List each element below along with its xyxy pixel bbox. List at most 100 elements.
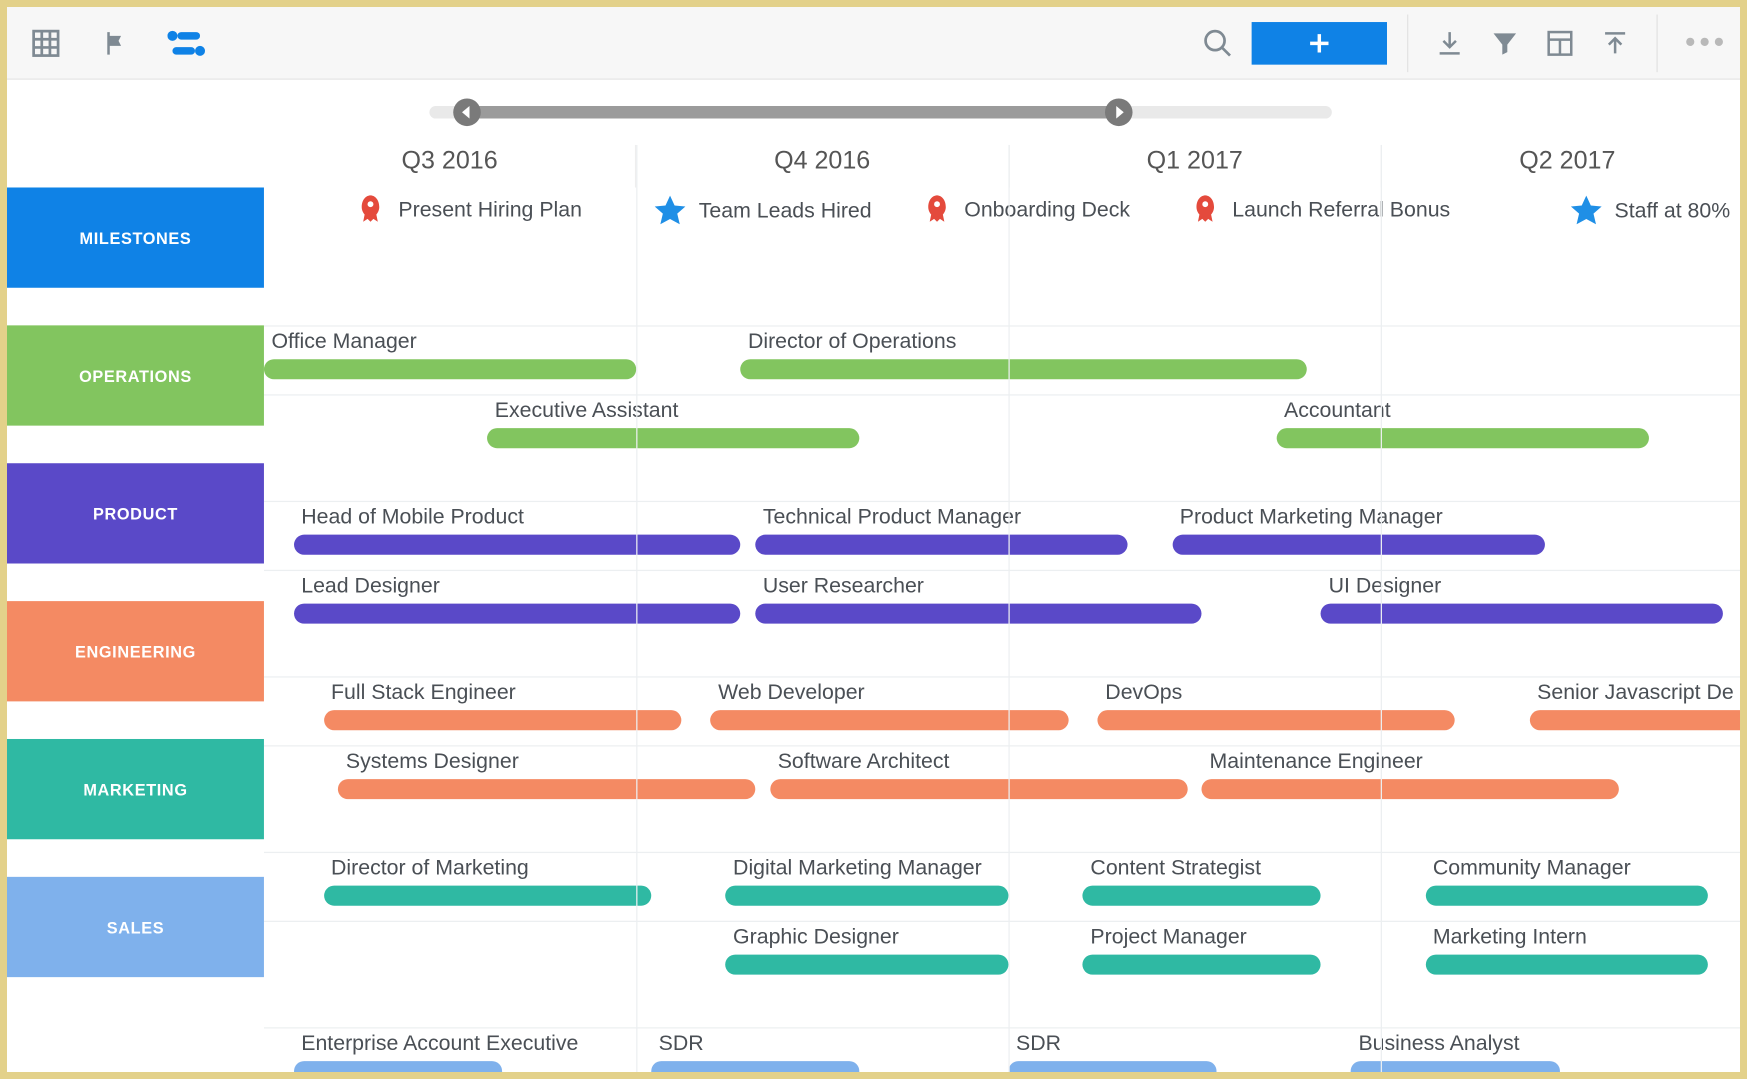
roadmap-item[interactable]: Web Developer [711,680,1068,730]
roadmap-item[interactable]: Technical Product Manager [755,505,1127,555]
roadmap-bar [487,428,859,448]
toolbar: ••• [7,7,1747,80]
roadmap-item-label: Systems Designer [346,749,755,774]
roadmap-item-label: Technical Product Manager [763,505,1128,530]
roadmap-item[interactable]: Software Architect [770,749,1187,799]
lane-header-sales[interactable]: SALES [7,877,264,977]
toolbar-separator [1407,14,1408,72]
roadmap-item-label: Lead Designer [301,574,740,599]
upload-icon[interactable] [1594,21,1637,64]
roadmap-item[interactable]: DevOps [1098,680,1455,730]
add-button[interactable] [1251,21,1386,64]
milestone-item[interactable]: Staff at 80% [1567,193,1730,231]
roadmap-item[interactable]: Community Manager [1425,856,1708,906]
roadmap-item-label: Executive Assistant [495,398,860,423]
slider-handle-right[interactable] [1104,98,1132,126]
roadmap-bar [726,886,1009,906]
roadmap-item[interactable]: Business Analyst [1351,1031,1559,1079]
roadmap-item[interactable]: Head of Mobile Product [294,505,741,555]
milestone-item[interactable]: Onboarding Deck [919,193,1130,228]
roadmap-item-label: DevOps [1105,680,1455,705]
roadmap-item-label: Graphic Designer [733,924,1008,949]
lane-header-operations[interactable]: OPERATIONS [7,325,264,425]
roadmap-item[interactable]: Director of Operations [740,329,1306,379]
milestone-label: Team Leads Hired [699,199,872,224]
roadmap-bar [740,359,1306,379]
roadmap-item-label: Maintenance Engineer [1210,749,1619,774]
roadmap-item[interactable]: Product Marketing Manager [1172,505,1544,555]
grid-view-icon[interactable] [25,21,68,64]
roadmap-item[interactable]: Executive Assistant [487,398,859,448]
flag-icon[interactable] [95,21,138,64]
search-icon[interactable] [1196,21,1239,64]
roadmap-item[interactable]: Graphic Designer [726,924,1009,974]
roadmap-item-label: Web Developer [718,680,1068,705]
lane-row: Head of Mobile Product Technical Product … [264,501,1747,570]
download-icon[interactable] [1428,21,1471,64]
roadmap-item[interactable]: Project Manager [1083,924,1321,974]
roadmap-item[interactable]: Content Strategist [1083,856,1321,906]
roadmap-bar [1351,1061,1559,1079]
roadmap-bar [1172,535,1544,555]
lane-row: Executive Assistant Accountant [264,394,1747,463]
roadmap-item[interactable]: SDR [1008,1031,1216,1079]
lane-row: Lead DesignerUser ResearcherUI Designer [264,570,1747,639]
milestone-item[interactable]: Present Hiring Plan [353,193,582,228]
grid-line [1008,145,1009,1079]
roadmap-item-label: Accountant [1284,398,1649,423]
milestone-label: Staff at 80% [1614,199,1730,224]
milestone-item[interactable]: Launch Referral Bonus [1187,193,1450,228]
roadmap-bar [755,535,1127,555]
roadmap-bar [1202,779,1619,799]
roadmap-bar [711,710,1068,730]
roadmap-item-label: Full Stack Engineer [331,680,681,705]
roadmap-item-label: Business Analyst [1358,1031,1559,1056]
filter-icon[interactable] [1483,21,1526,64]
roadmap-bar [726,955,1009,975]
roadmap-item[interactable]: SDR [651,1031,859,1079]
lane-row: Graphic Designer Project Manager Marketing… [264,921,1747,990]
roadmap-item[interactable]: Full Stack Engineer [324,680,681,730]
roadmap-view-icon[interactable] [165,21,208,64]
roadmap-bar [1008,1061,1216,1079]
slider-handle-left[interactable] [453,98,481,126]
lane-row: Enterprise Account Executive SDR SDR Busine… [264,1027,1747,1079]
milestone-item[interactable]: Team Leads Hired [651,193,872,231]
quarter-header: Q4 2016 [635,145,1008,188]
more-menu-icon[interactable]: ••• [1678,25,1736,60]
roadmap-item[interactable]: Accountant [1276,398,1648,448]
roadmap-item[interactable]: Lead Designer [294,574,741,624]
roadmap-item[interactable]: User Researcher [755,574,1202,624]
roadmap-bar [324,710,681,730]
roadmap-bar [1083,955,1321,975]
lane-header-engineering[interactable]: ENGINEERING [7,601,264,701]
roadmap-bar [294,604,741,624]
roadmap-item-label: SDR [659,1031,860,1056]
time-range-slider[interactable] [429,106,1331,119]
roadmap-item[interactable]: Enterprise Account Executive [294,1031,502,1079]
roadmap-item[interactable]: Senior Javascript De [1530,680,1747,730]
roadmap-bar [1425,955,1708,975]
roadmap-item-label: Product Marketing Manager [1180,505,1545,530]
roadmap-item[interactable]: Director of Marketing [324,856,652,906]
milestone-label: Onboarding Deck [964,198,1130,223]
roadmap-item[interactable]: Digital Marketing Manager [726,856,1009,906]
lane-row: Office Manager Director of Operations [264,325,1747,394]
roadmap-bar [1530,710,1747,730]
lane-header-milestones[interactable]: MILESTONES [7,187,264,287]
roadmap-item-label: Marketing Intern [1433,924,1708,949]
roadmap-bar [1083,886,1321,906]
roadmap-item-label: Community Manager [1433,856,1708,881]
roadmap-bar [1425,886,1708,906]
roadmap-item-label: Software Architect [778,749,1187,774]
roadmap-item[interactable]: Systems Designer [338,749,755,799]
roadmap-item[interactable]: Office Manager [264,329,636,379]
roadmap-bar [324,886,652,906]
quarter-header: Q3 2016 [264,145,635,188]
lane-row: Director of Marketing Digital Marketing M… [264,852,1747,921]
roadmap-item[interactable]: Maintenance Engineer [1202,749,1619,799]
layout-icon[interactable] [1538,21,1581,64]
roadmap-item[interactable]: Marketing Intern [1425,924,1708,974]
lane-header-marketing[interactable]: MARKETING [7,739,264,839]
lane-header-product[interactable]: PRODUCT [7,463,264,563]
